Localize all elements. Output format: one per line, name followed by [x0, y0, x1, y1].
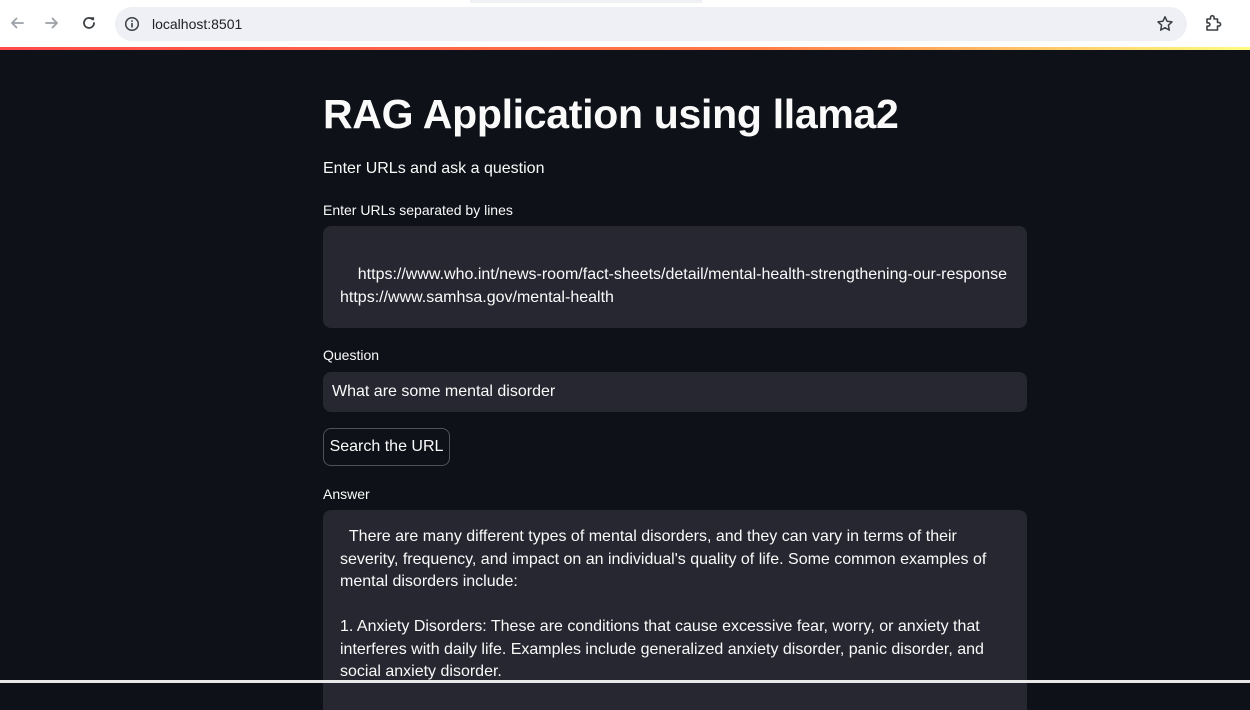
- answer-label: Answer: [323, 486, 370, 502]
- page-subtitle: Enter URLs and ask a question: [323, 160, 545, 177]
- active-tab-edge: [470, 0, 702, 3]
- resize-handle-icon[interactable]: [1016, 317, 1025, 326]
- arrow-left-icon: [9, 15, 25, 31]
- search-url-button[interactable]: Search the URL: [323, 428, 450, 466]
- back-button[interactable]: [4, 10, 30, 36]
- app-main: RAG Application using llama2 Enter URLs …: [0, 50, 1250, 710]
- star-icon[interactable]: [1155, 14, 1175, 34]
- info-circle-icon[interactable]: [123, 15, 141, 33]
- url-text[interactable]: localhost:8501: [152, 15, 242, 33]
- browser-toolbar: localhost:8501: [0, 0, 1250, 47]
- reload-button[interactable]: [76, 10, 102, 36]
- question-input[interactable]: What are some mental disorder: [323, 372, 1027, 412]
- page-title: RAG Application using llama2: [323, 91, 899, 137]
- urls-label: Enter URLs separated by lines: [323, 202, 513, 218]
- search-url-button-label: Search the URL: [329, 438, 444, 455]
- urls-textarea-value[interactable]: https://www.who.int/news-room/fact-sheet…: [340, 266, 1007, 306]
- puzzle-icon[interactable]: [1202, 12, 1224, 34]
- question-label: Question: [323, 347, 380, 363]
- urls-textarea[interactable]: https://www.who.int/news-room/fact-sheet…: [323, 226, 1027, 328]
- forward-button[interactable]: [39, 10, 65, 36]
- address-bar[interactable]: localhost:8501: [115, 7, 1187, 41]
- arrow-right-icon: [44, 15, 60, 31]
- reload-icon: [81, 15, 97, 31]
